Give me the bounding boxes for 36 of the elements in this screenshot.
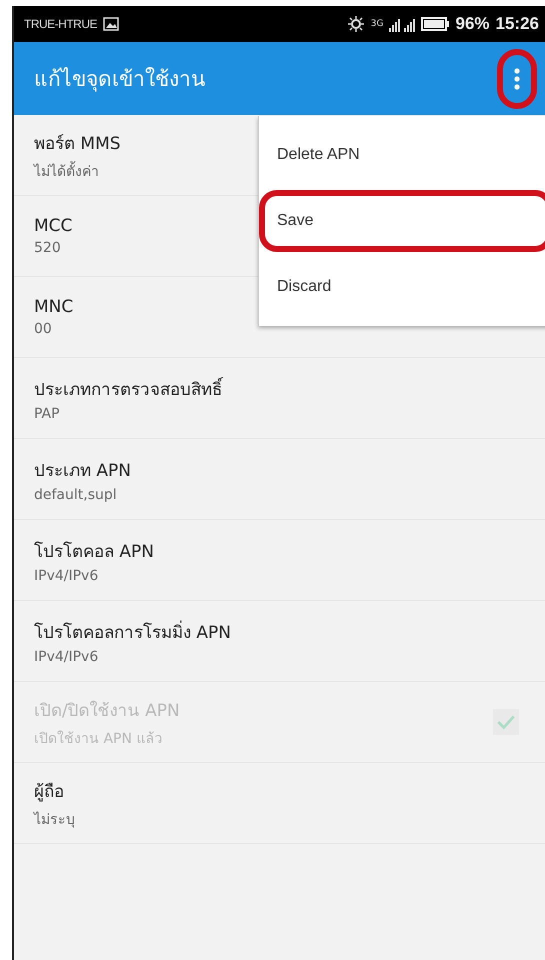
- settings-item[interactable]: ประเภท APN default,supl: [14, 439, 545, 520]
- menu-item[interactable]: Discard: [259, 256, 545, 318]
- battery-icon: [421, 16, 450, 32]
- setting-value: IPv4/IPv6: [34, 568, 100, 584]
- setting-title: พอร์ต MMS: [34, 132, 121, 156]
- setting-title: ประเภท APN: [34, 460, 132, 482]
- menu-item[interactable]: Save: [259, 190, 545, 252]
- menu-item[interactable]: Delete APN: [259, 124, 545, 186]
- setting-value: IPv4/IPv6: [34, 648, 100, 664]
- battery-percent: 96%: [455, 14, 490, 34]
- menu-icon: [514, 68, 520, 90]
- setting-title: โปรโตคอล APN: [34, 540, 154, 564]
- setting-value: ไม่ระบุ: [34, 810, 75, 830]
- setting-title: MCC: [34, 216, 72, 236]
- setting-title: MNC: [34, 297, 74, 317]
- network-type: 3G: [370, 19, 384, 29]
- setting-title: ประเภทการตรวจสอบสิทธิ์: [34, 374, 222, 402]
- overflow-menu-button[interactable]: [497, 48, 537, 108]
- settings-item[interactable]: ประเภทการตรวจสอบสิทธิ์ PAP: [14, 358, 545, 439]
- setting-value: เปิดใช้งาน APN แล้ว: [34, 730, 164, 748]
- screen-title: แก้ไขจุดเข้าใช้งาน: [34, 66, 205, 94]
- setting-value: default,supl: [34, 486, 118, 502]
- clock-time: 15:26: [496, 14, 539, 34]
- setting-value: 00: [34, 321, 53, 337]
- setting-title: ผู้ถือ: [34, 780, 65, 804]
- setting-title: เปิด/ปิดใช้งาน APN: [34, 700, 180, 722]
- signal-icon: [389, 16, 416, 32]
- settings-item[interactable]: โปรโตคอล APN IPv4/IPv6: [14, 520, 545, 601]
- setting-value: ไม่ได้ตั้งค่า: [34, 160, 121, 182]
- setting-value: 520: [34, 240, 62, 256]
- settings-item[interactable]: ผู้ถือ ไม่ระบุ: [14, 763, 545, 844]
- settings-item[interactable]: โปรโตคอลการโรมมิ่ง APN IPv4/IPv6: [14, 601, 545, 682]
- carrier-name: TRUE-HTRUE: [24, 17, 97, 31]
- setting-value: PAP: [34, 406, 61, 422]
- image-icon: [103, 17, 119, 31]
- setting-title: โปรโตคอลการโรมมิ่ง APN: [34, 620, 232, 644]
